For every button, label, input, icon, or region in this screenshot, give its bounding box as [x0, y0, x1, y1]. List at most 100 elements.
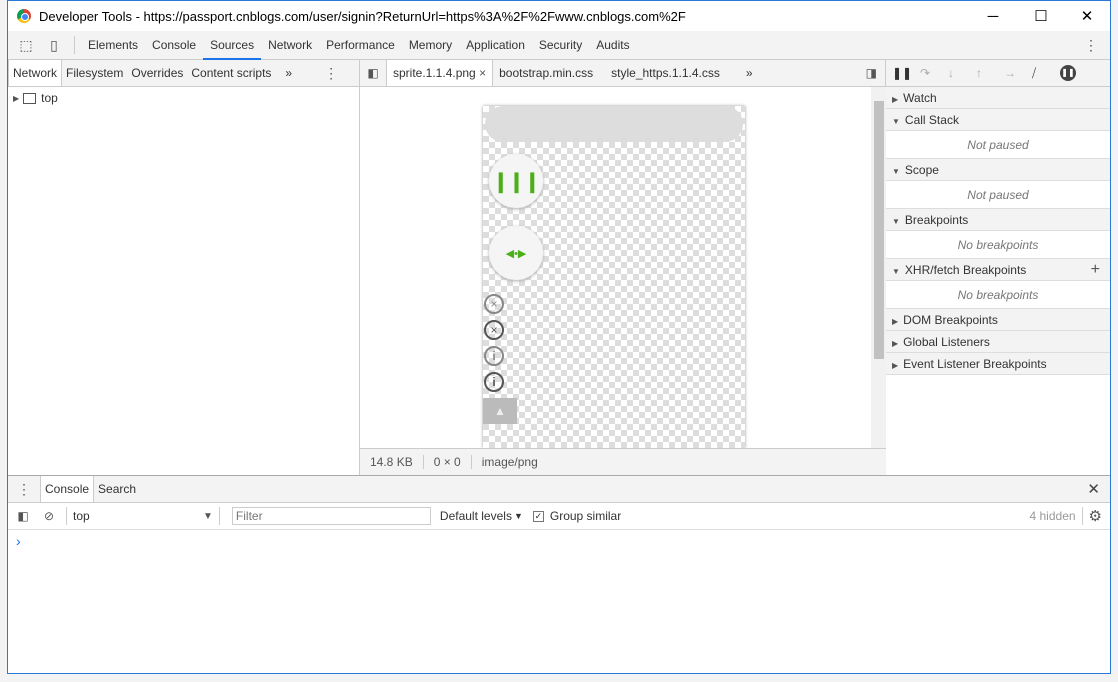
file-size: 14.8 KB: [360, 455, 424, 469]
step-over-icon[interactable]: ↷: [920, 66, 948, 80]
expanded-triangle-icon: ▼: [892, 117, 900, 126]
image-preview: ❙❙❙ ◀•▶ × × i i ▲: [360, 87, 886, 448]
tab-audits[interactable]: Audits: [589, 31, 636, 60]
drawer-menu-icon[interactable]: ⋮: [8, 481, 40, 498]
scope-empty: Not paused: [886, 181, 1110, 209]
deactivate-breakpoints-icon[interactable]: ⧸: [1032, 66, 1060, 81]
log-levels-select[interactable]: Default levels: [440, 509, 512, 523]
group-similar-label: Group similar: [549, 509, 622, 523]
close-circle-dark-icon: ×: [484, 320, 504, 340]
console-drawer: ⋮ Console Search ✕ ◧ ⊘ top ▼ Filter Defa…: [8, 475, 1110, 674]
call-stack-empty: Not paused: [886, 131, 1110, 159]
section-breakpoints[interactable]: ▼ Breakpoints: [886, 209, 1110, 231]
mime-type: image/png: [481, 455, 538, 469]
section-event-listener-breakpoints[interactable]: ▶ Event Listener Breakpoints: [886, 353, 1110, 375]
expanded-triangle-icon: ▼: [892, 267, 900, 276]
info-icon: i: [484, 346, 504, 366]
tab-memory[interactable]: Memory: [402, 31, 459, 60]
tab-elements[interactable]: Elements: [81, 31, 145, 60]
filter-input[interactable]: Filter: [231, 507, 431, 525]
settings-gear-icon[interactable]: ⚙: [1089, 507, 1102, 525]
maximize-button[interactable]: ☐: [1018, 1, 1064, 31]
inspect-element-icon[interactable]: ⬚: [12, 37, 40, 54]
editor-tab-bootstrap[interactable]: bootstrap.min.css: [493, 60, 599, 86]
close-tab-icon[interactable]: ×: [479, 66, 486, 80]
section-watch[interactable]: ▶ Watch: [886, 87, 1110, 109]
arrows-sprite-icon: ◀•▶: [489, 226, 543, 280]
clear-console-icon[interactable]: ⊘: [38, 509, 60, 523]
tab-sources[interactable]: Sources: [203, 31, 262, 60]
divider: [1081, 507, 1083, 525]
editor-panel: ◧ sprite.1.1.4.png × bootstrap.min.css s…: [360, 60, 886, 475]
pause-sprite-icon: ❙❙❙: [489, 154, 543, 208]
editor-tab-style[interactable]: style_https.1.1.4.css: [599, 60, 732, 86]
image-placeholder-icon: ▲: [483, 398, 517, 424]
section-label: Event Listener Breakpoints: [903, 357, 1047, 371]
preview-scrollbar[interactable]: [871, 87, 886, 448]
expanded-triangle-icon: ▼: [892, 167, 900, 176]
collapsed-triangle-icon: ▶: [892, 317, 899, 326]
title-bar: Developer Tools - https://passport.cnblo…: [8, 1, 1110, 31]
collapsed-triangle-icon: ▶: [892, 339, 899, 348]
section-label: Scope: [904, 163, 939, 177]
info-dark-icon: i: [484, 372, 504, 392]
tab-console[interactable]: Console: [145, 31, 203, 60]
toggle-debugger-icon[interactable]: ◨: [866, 66, 877, 80]
collapsed-triangle-icon: ▶: [892, 361, 899, 370]
close-window-button[interactable]: ✕: [1064, 1, 1110, 31]
close-circle-icon: ×: [484, 294, 504, 314]
tab-security[interactable]: Security: [532, 31, 589, 60]
add-icon[interactable]: +: [1091, 259, 1100, 281]
debugger-sidebar: ❚❚ ↷ ↓ ↑ → ⧸ ❚❚ ▶ Watch ▼ Call Stack Not p…: [886, 60, 1110, 475]
levels-dropdown-icon[interactable]: ▼: [514, 511, 523, 521]
step-into-icon[interactable]: ↓: [948, 66, 976, 80]
more-tabs-button[interactable]: »: [281, 60, 296, 86]
frame-icon: [23, 92, 37, 104]
close-drawer-icon[interactable]: ✕: [1087, 480, 1100, 498]
section-scope[interactable]: ▼ Scope: [886, 159, 1110, 181]
group-similar-checkbox[interactable]: ✓: [532, 510, 544, 522]
step-icon[interactable]: →: [1004, 66, 1032, 80]
tab-network[interactable]: Network: [261, 31, 319, 60]
nav-tab-overrides[interactable]: Overrides: [127, 60, 187, 86]
divider: [74, 36, 75, 54]
navigator-menu-icon[interactable]: ⋮: [324, 65, 338, 82]
expand-triangle-icon[interactable]: ▶: [13, 94, 19, 103]
show-sidebar-icon[interactable]: ◧: [8, 509, 38, 523]
nav-tab-filesystem[interactable]: Filesystem: [62, 60, 127, 86]
section-label: Global Listeners: [903, 335, 990, 349]
xhr-breakpoints-empty: No breakpoints: [886, 281, 1110, 309]
tree-item-top[interactable]: ▶ top: [8, 87, 359, 109]
tab-performance[interactable]: Performance: [319, 31, 402, 60]
pause-on-exceptions-icon[interactable]: ❚❚: [1060, 65, 1076, 81]
device-toolbar-icon[interactable]: ▯: [40, 37, 68, 54]
section-xhr-breakpoints[interactable]: ▼ XHR/fetch Breakpoints +: [886, 259, 1110, 281]
minimize-button[interactable]: ─: [970, 1, 1016, 31]
console-prompt[interactable]: ›: [8, 530, 1110, 552]
drawer-tab-console[interactable]: Console: [40, 476, 95, 502]
section-call-stack[interactable]: ▼ Call Stack: [886, 109, 1110, 131]
window-title: Developer Tools - https://passport.cnblo…: [39, 8, 686, 24]
section-label: XHR/fetch Breakpoints: [904, 263, 1027, 277]
tab-label: sprite.1.1.4.png: [393, 66, 476, 80]
drawer-tab-search[interactable]: Search: [94, 476, 140, 502]
nav-tab-content-scripts[interactable]: Content scripts: [187, 60, 275, 86]
sprite-bar-shape: [485, 106, 743, 142]
collapsed-triangle-icon: ▶: [892, 95, 899, 104]
main-toolbar: ⬚ ▯ Elements Console Sources Network Per…: [8, 31, 1110, 60]
context-select[interactable]: top: [73, 509, 203, 523]
section-global-listeners[interactable]: ▶ Global Listeners: [886, 331, 1110, 353]
more-options-icon[interactable]: ⋮: [1084, 37, 1098, 54]
step-out-icon[interactable]: ↑: [976, 66, 1004, 80]
more-editor-tabs-button[interactable]: »: [732, 60, 767, 86]
editor-tab-sprite[interactable]: sprite.1.1.4.png ×: [386, 60, 494, 86]
nav-tab-network[interactable]: Network: [8, 60, 63, 86]
tree-label: top: [41, 91, 58, 105]
context-dropdown-icon[interactable]: ▼: [203, 511, 213, 522]
section-label: DOM Breakpoints: [903, 313, 998, 327]
section-dom-breakpoints[interactable]: ▶ DOM Breakpoints: [886, 309, 1110, 331]
toggle-navigator-icon[interactable]: ◧: [360, 66, 386, 80]
image-status-bar: 14.8 KB 0 × 0 image/png: [360, 448, 886, 475]
pause-icon[interactable]: ❚❚: [892, 66, 920, 80]
tab-application[interactable]: Application: [459, 31, 532, 60]
